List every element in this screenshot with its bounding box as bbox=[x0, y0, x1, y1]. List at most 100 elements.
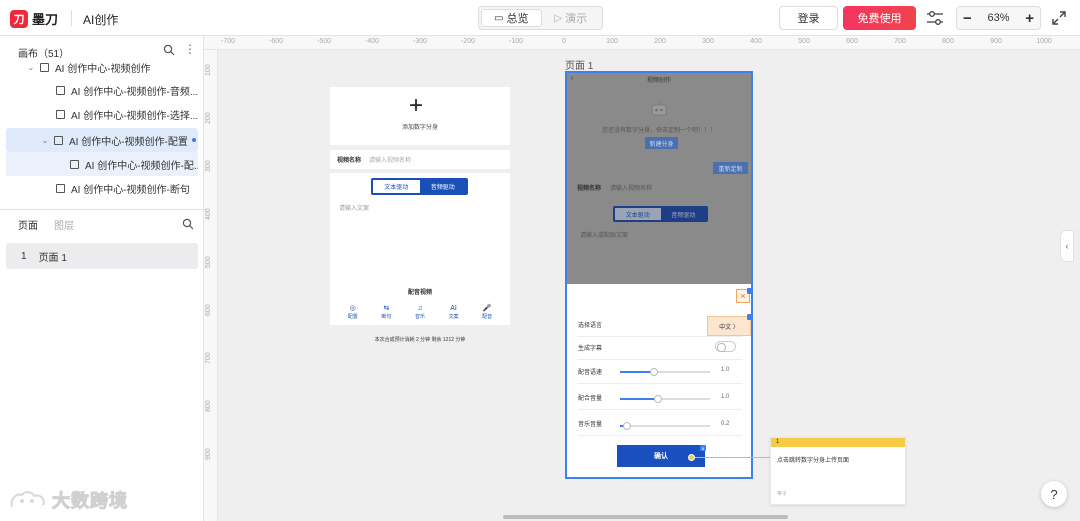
ruler-tick-label: 900 bbox=[990, 38, 1002, 45]
page-icon bbox=[56, 109, 65, 119]
present-mode-button[interactable]: ▷ 演示 bbox=[542, 9, 601, 27]
language-select[interactable]: 中文 〉 bbox=[707, 316, 751, 336]
page-icon bbox=[54, 135, 63, 145]
app-logo[interactable]: 刀 墨刀 bbox=[10, 9, 58, 28]
speed-slider[interactable] bbox=[620, 368, 710, 376]
audio-drive-tab[interactable]: 音频驱动 bbox=[420, 180, 467, 193]
ruler-tick-label: 600 bbox=[846, 38, 858, 45]
add-avatar-label: 添加数字分身 bbox=[401, 125, 438, 131]
preview-mode-label: 总览 bbox=[506, 13, 529, 25]
speed-value: 1.0 bbox=[721, 367, 730, 373]
more-icon[interactable]: ⋮ bbox=[184, 42, 196, 56]
ruler-tick-label: 300 bbox=[702, 38, 714, 45]
page-icon bbox=[40, 62, 49, 72]
left-panel: 画布（51） ⋮ ⌄ AI 创作中心-视频创作 AI 创作中心-视频创作-音频.… bbox=[0, 36, 204, 521]
settings-sliders-icon[interactable] bbox=[926, 10, 944, 26]
phone-header-title: 视频创作 bbox=[646, 78, 671, 84]
selected-page-frame[interactable]: ‹ 视频创作 您还没有数字分身，快去定制一个吧！！！ 新建分身 重新定制 视频名… bbox=[565, 71, 753, 479]
voice-volume-label: 配合音量 bbox=[578, 396, 603, 402]
zoom-level[interactable]: 63% bbox=[987, 12, 1009, 24]
zoom-out-button[interactable]: − bbox=[963, 10, 972, 27]
ruler-tick-label: 100 bbox=[606, 38, 618, 45]
tree-item-selected[interactable]: ⌄ AI 创作中心-视频创作-配置 bbox=[6, 128, 198, 152]
voice-volume-slider[interactable] bbox=[620, 395, 710, 403]
annotation-note[interactable]: 1 点击跳转数字分身上传页面 帝子 bbox=[770, 437, 906, 505]
script-input-placeholder[interactable]: 请输入文案 bbox=[339, 203, 369, 212]
link-anchor-icon[interactable] bbox=[688, 454, 695, 461]
tree-item[interactable]: AI 创作中心-视频创作-断句 bbox=[0, 176, 204, 200]
present-mode-label: 演示 bbox=[565, 13, 588, 25]
usage-footer: 本次合成预计消耗 2 分钟 剩余 1212 分钟 bbox=[374, 337, 466, 343]
page-list-item[interactable]: 1 页面 1 bbox=[6, 243, 198, 269]
tab-layers[interactable]: 图层 bbox=[54, 217, 74, 232]
plus-icon[interactable]: + bbox=[409, 94, 423, 118]
music-tool[interactable]: ♫ 音乐 bbox=[415, 304, 425, 320]
ruler-tick-label: 300 bbox=[205, 160, 212, 172]
subtitle-toggle[interactable] bbox=[715, 341, 736, 352]
search-icon[interactable] bbox=[163, 44, 175, 56]
script-card bbox=[330, 173, 510, 325]
help-button[interactable]: ? bbox=[1041, 481, 1067, 507]
tree-item[interactable]: AI 创作中心-视频创作-音频... bbox=[0, 78, 204, 102]
music-volume-slider[interactable] bbox=[620, 422, 710, 430]
subtitle-label: 生成字幕 bbox=[578, 346, 603, 352]
badge-icon bbox=[747, 314, 751, 320]
ruler-tick-label: -600 bbox=[268, 38, 284, 45]
free-use-button[interactable]: 免费使用 bbox=[843, 6, 916, 30]
badge-icon bbox=[747, 288, 751, 294]
ruler-tick-label: 700 bbox=[894, 38, 906, 45]
ruler-tick-label: 500 bbox=[798, 38, 810, 45]
language-label: 选择语言 bbox=[578, 323, 603, 329]
note-number: 1 bbox=[771, 438, 905, 447]
tree-item[interactable]: AI 创作中心-视频创作-配... bbox=[6, 152, 198, 176]
login-button[interactable]: 登录 bbox=[779, 6, 838, 30]
config-tool[interactable]: ◎ 配置 bbox=[348, 304, 358, 320]
sentence-tool[interactable]: ⇆ 断句 bbox=[381, 304, 391, 320]
ruler-tick-label: -700 bbox=[220, 38, 236, 45]
top-bar: 刀 墨刀 AI创作 ▭ 总览 ▷ 演示 登录 免费使用 − 63% + bbox=[0, 0, 1080, 36]
text-drive-tab[interactable]: 文本驱动 bbox=[615, 208, 661, 220]
note-author: 帝子 bbox=[777, 491, 788, 497]
vertical-ruler: 100 200 300 400 500 600 700 800 900 bbox=[204, 50, 218, 521]
panel-tabs: 页面 图层 bbox=[18, 217, 90, 232]
logo-mark-icon: 刀 bbox=[10, 9, 28, 28]
ruler-tick-label: -500 bbox=[316, 38, 332, 45]
horizontal-scrollbar[interactable] bbox=[503, 515, 788, 519]
robot-icon bbox=[651, 102, 667, 116]
tree-item[interactable]: ⌄ AI 创作中心-视频创作 bbox=[0, 56, 204, 78]
copy-tool[interactable]: AI 文案 bbox=[449, 304, 459, 320]
video-name-field[interactable]: 视频名称 请输入视频名称 bbox=[330, 150, 510, 169]
collapse-right-panel-icon[interactable]: ‹ bbox=[1060, 230, 1074, 262]
microphone-icon: 🎤 bbox=[482, 305, 492, 312]
tool-label: 配音 bbox=[482, 314, 493, 320]
dub-tool[interactable]: 🎤 配音 bbox=[482, 304, 492, 320]
music-volume-value: 0.2 bbox=[721, 421, 730, 427]
video-name-placeholder: 请输入视频名称 bbox=[369, 158, 412, 164]
tree-item-label: AI 创作中心-视频创作-配置 bbox=[69, 136, 188, 148]
slider-fill bbox=[620, 398, 658, 400]
watermark-logo-icon bbox=[10, 491, 45, 508]
fullscreen-icon[interactable] bbox=[1051, 10, 1067, 26]
video-name-label: 视频名称 bbox=[337, 158, 362, 164]
tree-item-label: AI 创作中心-视频创作-音频... bbox=[71, 86, 199, 98]
tab-pages[interactable]: 页面 bbox=[18, 217, 38, 232]
text-drive-tab[interactable]: 文本驱动 bbox=[373, 180, 420, 193]
script-input-placeholder[interactable]: 请输入或粘贴文案 bbox=[580, 230, 628, 239]
zoom-control: − 63% + bbox=[956, 6, 1041, 30]
ruler-tick-label: 400 bbox=[205, 208, 212, 220]
tree-item[interactable]: AI 创作中心-视频创作-选择... bbox=[0, 102, 204, 126]
audio-drive-tab[interactable]: 音频驱动 bbox=[661, 208, 707, 220]
search-icon[interactable] bbox=[182, 218, 194, 230]
new-avatar-button[interactable]: 新建分身 bbox=[645, 137, 678, 149]
document-title[interactable]: AI创作 bbox=[83, 11, 118, 28]
redefine-button[interactable]: 重新定制 bbox=[713, 162, 748, 174]
tool-label: 配置 bbox=[347, 314, 358, 320]
zoom-in-button[interactable]: + bbox=[1025, 10, 1034, 27]
preview-mode-button[interactable]: ▭ 总览 bbox=[481, 9, 542, 27]
voice-volume-value: 1.0 bbox=[721, 394, 730, 400]
watermark-text: 大数跨境 bbox=[52, 491, 128, 512]
video-name-field[interactable]: 视频名称 请输入视频名称 bbox=[567, 179, 751, 195]
slider-handle[interactable] bbox=[653, 395, 662, 403]
logo-text: 墨刀 bbox=[32, 12, 59, 27]
slider-fill bbox=[620, 371, 655, 373]
